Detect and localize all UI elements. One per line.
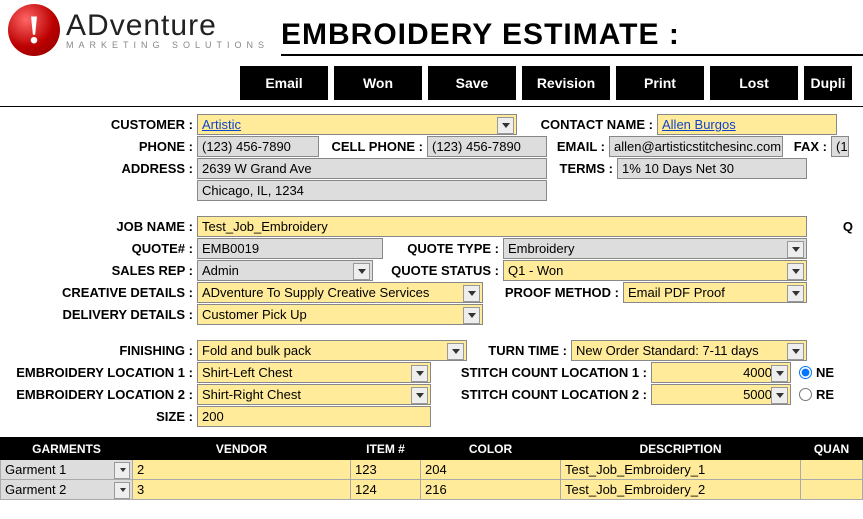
delivery-select[interactable]: Customer Pick Up [197,304,483,325]
label-stitch2: STITCH COUNT LOCATION 2 [431,387,651,402]
label-size: SIZE [0,409,197,424]
page-title: EMBROIDERY ESTIMATE : [281,18,863,56]
finishing-select[interactable]: Fold and bulk pack [197,340,467,361]
color-cell[interactable]: 216 [421,480,561,500]
logo-text: ADventure MARKETING SOLUTIONS [66,11,269,50]
label-salesrep: SALES REP [0,263,197,278]
terms-field[interactable]: 1% 10 Days Net 30 [617,158,807,179]
th-desc: DESCRIPTION [561,438,801,460]
label-ne: NE [816,365,834,380]
quotestatus-select[interactable]: Q1 - Won [503,260,807,281]
label-proof: PROOF METHOD [483,285,623,300]
label-fax: FAX [783,139,831,154]
label-embloc1: EMBROIDERY LOCATION 1 [0,365,197,380]
logo-brand-a: AD [66,9,110,42]
fax-field[interactable]: (1 [831,136,849,157]
label-contact: CONTACT NAME [517,117,657,132]
won-button[interactable]: Won [334,66,422,100]
label-quotetype: QUOTE TYPE [383,241,503,256]
stitch2-field[interactable]: 5000 [651,384,791,405]
jobname-field[interactable]: Test_Job_Embroidery [197,216,807,237]
label-customer: CUSTOMER [0,117,197,132]
label-finishing: FINISHING [0,343,197,358]
duplicate-button[interactable]: Dupli [804,66,852,100]
embloc2-select[interactable]: Shirt-Right Chest [197,384,431,405]
color-cell[interactable]: 204 [421,460,561,480]
vendor-cell[interactable]: 2 [133,460,351,480]
label-q-side: Q [807,219,857,234]
logo: ! ADventure MARKETING SOLUTIONS [8,4,269,56]
contact-link[interactable]: Allen Burgos [662,117,736,132]
header: ! ADventure MARKETING SOLUTIONS EMBROIDE… [0,0,863,64]
salesrep-select[interactable]: Admin [197,260,373,281]
proof-select[interactable]: Email PDF Proof [623,282,807,303]
quotetype-select[interactable]: Embroidery [503,238,807,259]
email-field[interactable]: allen@artisticstitchesinc.com [609,136,783,157]
revision-button[interactable]: Revision [522,66,610,100]
size-field[interactable]: 200 [197,406,431,427]
label-creative: CREATIVE DETAILS [0,285,197,300]
address2-field[interactable]: Chicago, IL, 1234 [197,180,547,201]
label-email: EMAIL [547,139,609,154]
label-terms: TERMS [547,161,617,176]
label-address: ADDRESS [0,161,197,176]
garment-select[interactable]: Garment 2 [1,480,133,500]
quant-cell[interactable] [801,460,863,480]
cell-field[interactable]: (123) 456-7890 [427,136,547,157]
creative-select[interactable]: ADventure To Supply Creative Services [197,282,483,303]
label-cell: CELL PHONE [319,139,427,154]
label-jobname: JOB NAME [0,219,197,234]
logo-brand-b: venture [110,9,217,42]
th-quant: QUAN [801,438,863,460]
customer-select[interactable]: Artistic [197,114,517,135]
radio-ne[interactable] [799,366,812,379]
phone-field[interactable]: (123) 456-7890 [197,136,319,157]
lost-button[interactable]: Lost [710,66,798,100]
quant-cell[interactable] [801,480,863,500]
label-delivery: DELIVERY DETAILS [0,307,197,322]
label-re: RE [816,387,834,402]
save-button[interactable]: Save [428,66,516,100]
contact-field[interactable]: Allen Burgos [657,114,837,135]
label-quotestatus: QUOTE STATUS [373,263,503,278]
table-row: Garment 1 2 123 204 Test_Job_Embroidery_… [1,460,863,480]
embloc1-select[interactable]: Shirt-Left Chest [197,362,431,383]
turn-select[interactable]: New Order Standard: 7-11 days [571,340,807,361]
label-quoteno: QUOTE# [0,241,197,256]
garments-table: GARMENTS VENDOR ITEM # COLOR DESCRIPTION… [0,437,863,500]
desc-cell[interactable]: Test_Job_Embroidery_1 [561,460,801,480]
logo-tagline: MARKETING SOLUTIONS [66,41,269,50]
label-embloc2: EMBROIDERY LOCATION 2 [0,387,197,402]
print-button[interactable]: Print [616,66,704,100]
label-stitch1: STITCH COUNT LOCATION 1 [431,365,651,380]
th-item: ITEM # [351,438,421,460]
th-color: COLOR [421,438,561,460]
address1-field[interactable]: 2639 W Grand Ave [197,158,547,179]
toolbar: Email Won Save Revision Print Lost Dupli [0,64,863,102]
label-turn: TURN TIME [467,343,571,358]
item-cell[interactable]: 123 [351,460,421,480]
form: CUSTOMER Artistic CONTACT NAME Allen Bur… [0,107,863,500]
logo-icon: ! [8,4,60,56]
garment-select[interactable]: Garment 1 [1,460,133,480]
stitch1-field[interactable]: 4000 [651,362,791,383]
th-vendor: VENDOR [133,438,351,460]
email-button[interactable]: Email [240,66,328,100]
label-phone: PHONE [0,139,197,154]
vendor-cell[interactable]: 3 [133,480,351,500]
quoteno-field: EMB0019 [197,238,383,259]
radio-re[interactable] [799,388,812,401]
th-garments: GARMENTS [1,438,133,460]
table-row: Garment 2 3 124 216 Test_Job_Embroidery_… [1,480,863,500]
item-cell[interactable]: 124 [351,480,421,500]
desc-cell[interactable]: Test_Job_Embroidery_2 [561,480,801,500]
customer-link[interactable]: Artistic [202,117,241,132]
